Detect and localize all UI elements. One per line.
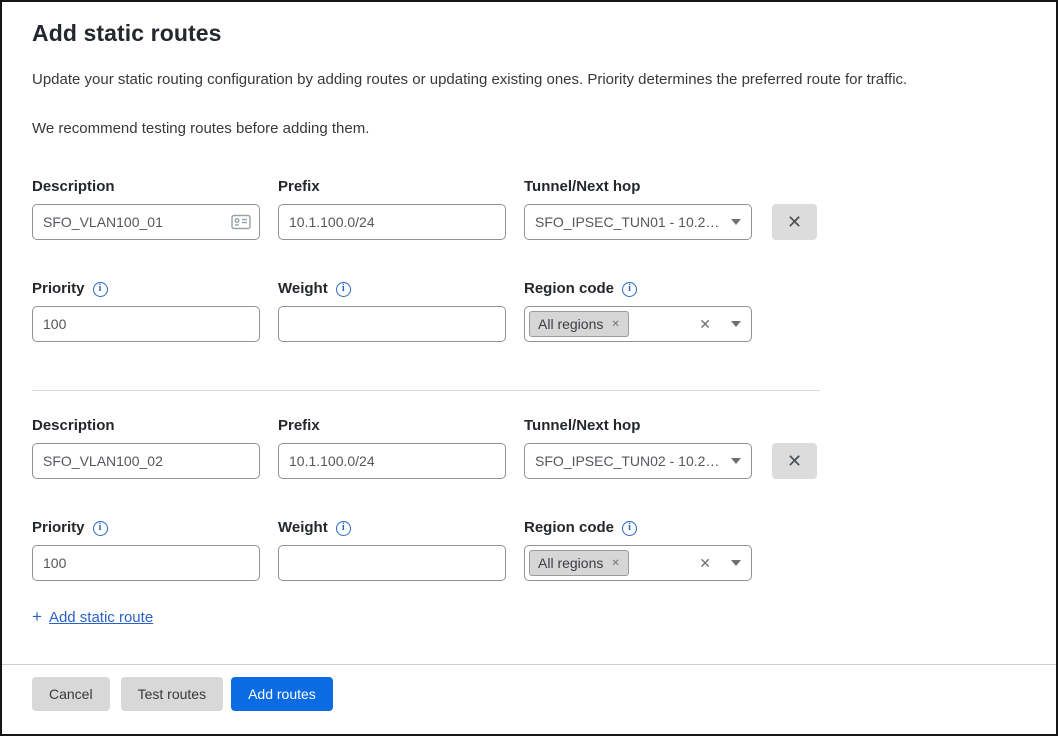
routes-list: Description — [32, 178, 1026, 627]
prefix-field-2: Prefix — [278, 417, 506, 479]
region-chip-label: All regions — [538, 555, 603, 571]
tunnel-selected-value: SFO_IPSEC_TUN02 - 10.25... — [535, 453, 723, 469]
info-icon[interactable]: i — [622, 521, 637, 536]
add-static-route-row: + Add static route — [32, 607, 1026, 627]
test-routes-button[interactable]: Test routes — [121, 677, 223, 711]
add-routes-button[interactable]: Add routes — [231, 677, 333, 711]
description-label: Description — [32, 178, 260, 196]
chip-remove-icon[interactable]: ✕ — [611, 319, 619, 330]
tunnel-field-1: Tunnel/Next hop SFO_IPSEC_TUN01 - 10.25.… — [524, 178, 752, 240]
intro-text: Update your static routing configuration… — [32, 70, 1026, 89]
description-input[interactable] — [32, 204, 260, 240]
chip-remove-icon[interactable]: ✕ — [611, 558, 619, 569]
tunnel-label: Tunnel/Next hop — [524, 417, 752, 435]
remove-route-button[interactable]: ✕ — [772, 443, 817, 479]
weight-label: Weight — [278, 280, 328, 298]
priority-label: Priority — [32, 519, 85, 537]
recommendation-text: We recommend testing routes before addin… — [32, 119, 1026, 138]
tunnel-label: Tunnel/Next hop — [524, 178, 752, 196]
add-static-route-link[interactable]: Add static route — [49, 609, 153, 626]
region-chip: All regions ✕ — [529, 550, 629, 576]
dialog-content: Add static routes Update your static rou… — [2, 2, 1056, 627]
cancel-button[interactable]: Cancel — [32, 677, 110, 711]
weight-field-2: Weight i — [278, 519, 506, 581]
route-2-options-row: Priority i Weight i Re — [32, 519, 1026, 581]
tunnel-select[interactable]: SFO_IPSEC_TUN01 - 10.25... — [524, 204, 752, 240]
region-label: Region code — [524, 280, 614, 298]
description-label: Description — [32, 417, 260, 435]
clear-selection-icon[interactable]: ✕ — [699, 555, 711, 572]
priority-input[interactable] — [32, 306, 260, 342]
weight-input[interactable] — [278, 306, 506, 342]
info-icon[interactable]: i — [93, 282, 108, 297]
page-title: Add static routes — [32, 18, 1026, 48]
route-1-main-row: Description — [32, 178, 1026, 240]
contact-card-icon — [231, 215, 251, 230]
remove-route-button[interactable]: ✕ — [772, 204, 817, 240]
region-label: Region code — [524, 519, 614, 537]
weight-field-1: Weight i — [278, 280, 506, 342]
info-icon[interactable]: i — [336, 282, 351, 297]
region-chip-label: All regions — [538, 316, 603, 332]
description-input-wrap — [32, 204, 260, 240]
clear-selection-icon[interactable]: ✕ — [699, 316, 711, 333]
region-select[interactable]: All regions ✕ ✕ — [524, 545, 752, 581]
prefix-field-1: Prefix — [278, 178, 506, 240]
section-divider — [32, 390, 820, 391]
info-icon[interactable]: i — [93, 521, 108, 536]
priority-field-1: Priority i — [32, 280, 260, 342]
tunnel-select[interactable]: SFO_IPSEC_TUN02 - 10.25... — [524, 443, 752, 479]
plus-icon: + — [32, 607, 42, 627]
route-entry-1: Description — [32, 178, 1026, 342]
prefix-input[interactable] — [278, 204, 506, 240]
region-field-2: Region code i All regions ✕ ✕ — [524, 519, 752, 581]
prefix-label: Prefix — [278, 178, 506, 196]
region-select[interactable]: All regions ✕ ✕ — [524, 306, 752, 342]
description-input[interactable] — [32, 443, 260, 479]
region-field-1: Region code i All regions ✕ ✕ — [524, 280, 752, 342]
region-chip: All regions ✕ — [529, 311, 629, 337]
chevron-down-icon — [731, 560, 741, 566]
weight-input[interactable] — [278, 545, 506, 581]
route-2-main-row: Description Prefix Tunnel/Next hop SFO_I… — [32, 417, 1026, 479]
tunnel-field-2: Tunnel/Next hop SFO_IPSEC_TUN02 - 10.25.… — [524, 417, 752, 479]
dialog-footer: Cancel Test routes Add routes — [2, 665, 1056, 735]
description-field-2: Description — [32, 417, 260, 479]
route-entry-2: Description Prefix Tunnel/Next hop SFO_I… — [32, 417, 1026, 581]
priority-input[interactable] — [32, 545, 260, 581]
info-icon[interactable]: i — [622, 282, 637, 297]
chevron-down-icon — [731, 458, 741, 464]
description-field-1: Description — [32, 178, 260, 240]
chevron-down-icon — [731, 219, 741, 225]
info-icon[interactable]: i — [336, 521, 351, 536]
tunnel-selected-value: SFO_IPSEC_TUN01 - 10.25... — [535, 214, 723, 230]
prefix-label: Prefix — [278, 417, 506, 435]
add-static-routes-dialog: Add static routes Update your static rou… — [0, 0, 1058, 736]
chevron-down-icon — [731, 321, 741, 327]
priority-label: Priority — [32, 280, 85, 298]
weight-label: Weight — [278, 519, 328, 537]
route-1-options-row: Priority i Weight i Re — [32, 280, 1026, 342]
priority-field-2: Priority i — [32, 519, 260, 581]
prefix-input[interactable] — [278, 443, 506, 479]
